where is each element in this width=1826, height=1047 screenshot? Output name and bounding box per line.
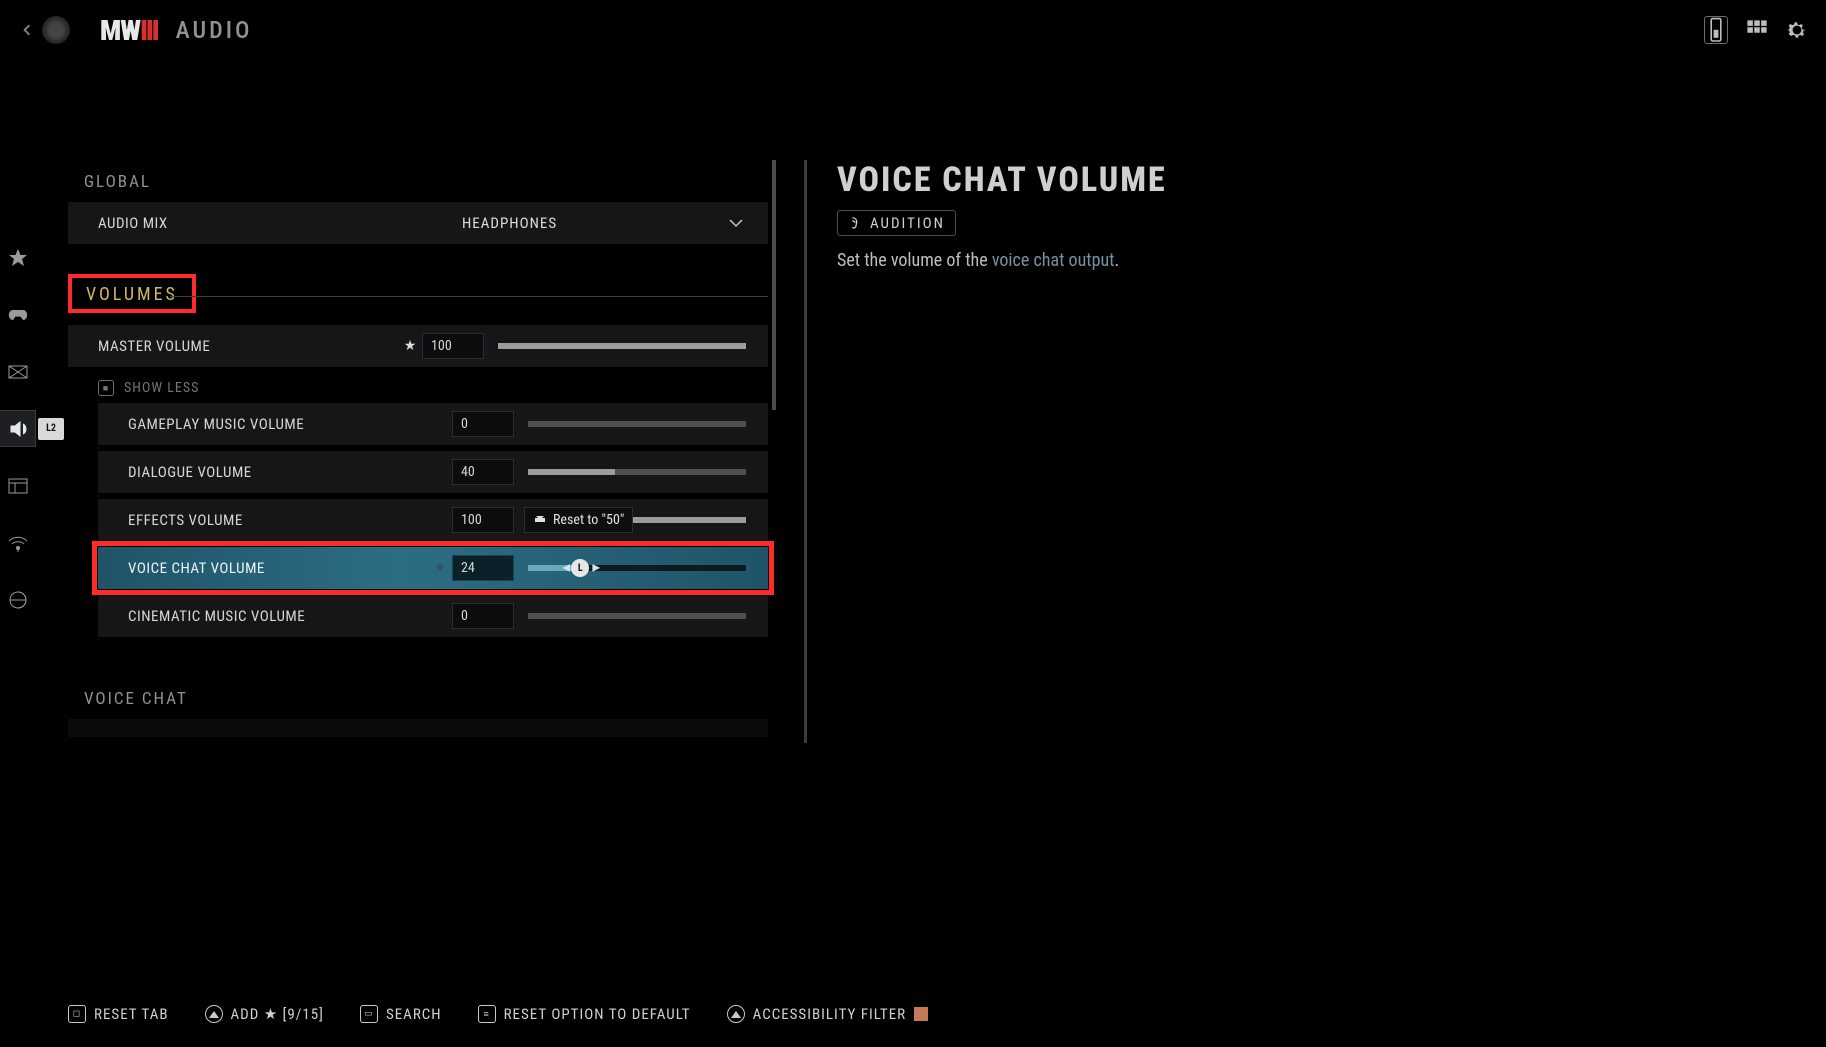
nav-account[interactable] [0, 582, 35, 617]
footer-accessibility-filter[interactable]: ACCESSIBILITY FILTER [727, 1005, 929, 1023]
triangle-button-icon [727, 1005, 745, 1023]
nav-graphics[interactable] [0, 354, 35, 389]
cod-eye-icon [42, 16, 70, 44]
reset-icon [533, 514, 547, 526]
slider[interactable] [528, 469, 746, 475]
section-header-voice-chat: VOICE CHAT [68, 677, 768, 719]
value-box[interactable]: 24 [452, 555, 514, 581]
row-cinematic-music[interactable]: CINEMATIC MUSIC VOLUME 0 [98, 595, 768, 637]
label: VOICE CHAT VOLUME [128, 559, 428, 577]
dropdown-audio-mix[interactable]: HEADPHONES [462, 214, 750, 232]
footer-reset-default[interactable]: ≡RESET OPTION TO DEFAULT [478, 1005, 691, 1023]
dropdown-value: HEADPHONES [462, 214, 557, 232]
back-button[interactable] [18, 21, 36, 39]
options-button-icon: ≡ [478, 1005, 496, 1023]
slider-knob[interactable]: L [571, 559, 589, 577]
row-audio-mix[interactable]: AUDIO MIX HEADPHONES [68, 202, 768, 244]
game-logo: MWIII [100, 14, 158, 47]
row-master-volume[interactable]: MASTER VOLUME ★ 100 [68, 325, 768, 367]
ear-icon [848, 216, 862, 230]
section-header-volumes-highlight: VOLUMES [68, 274, 196, 313]
value-box[interactable]: 0 [452, 603, 514, 629]
apps-grid-icon[interactable] [1746, 19, 1768, 41]
label: GAMEPLAY MUSIC VOLUME [128, 415, 428, 433]
favorite-star-icon[interactable]: ★ [398, 338, 422, 354]
square-button-icon: ■ [98, 380, 114, 396]
value-box[interactable]: 0 [452, 411, 514, 437]
footer-reset-tab[interactable]: ◻RESET TAB [68, 1005, 169, 1023]
info-description: Set the volume of the voice chat output. [837, 250, 1484, 271]
info-title: VOICE CHAT VOLUME [837, 160, 1484, 200]
battery-icon[interactable] [1704, 16, 1728, 44]
label: MASTER VOLUME [98, 337, 398, 355]
label: CINEMATIC MUSIC VOLUME [128, 607, 428, 625]
reset-tooltip: Reset to "50" [524, 507, 633, 533]
slider[interactable]: Reset to "50" [528, 517, 746, 523]
footer-hints: ◻RESET TAB ADD ★ [9/15] ▭SEARCH ≡RESET O… [68, 1005, 1766, 1023]
label: EFFECTS VOLUME [128, 511, 428, 529]
top-bar: MWIII AUDIO [0, 0, 1826, 60]
audition-button[interactable]: AUDITION [837, 210, 956, 236]
value-box[interactable]: 100 [422, 333, 484, 359]
scrollbar[interactable] [772, 160, 776, 410]
slider-master-volume[interactable] [498, 343, 746, 349]
nav-quick-settings[interactable] [0, 240, 35, 275]
row-dialogue-volume[interactable]: DIALOGUE VOLUME 40 [98, 451, 768, 493]
section-header-global: GLOBAL [68, 160, 768, 202]
slider[interactable] [528, 421, 746, 427]
slider-arrow-right-icon: ▶ [592, 563, 600, 574]
label: DIALOGUE VOLUME [128, 463, 428, 481]
value-box[interactable]: 40 [452, 459, 514, 485]
row-voice-chat-placeholder[interactable] [68, 719, 768, 737]
triangle-button-icon [205, 1005, 223, 1023]
touchpad-icon: ▭ [360, 1005, 378, 1023]
gear-icon[interactable] [1786, 19, 1808, 41]
show-less-label: SHOW LESS [124, 380, 199, 396]
nav-audio[interactable]: L2 [0, 411, 35, 446]
section-header-volumes: VOLUMES [86, 284, 178, 305]
slider[interactable] [528, 613, 746, 619]
info-panel: VOICE CHAT VOLUME AUDITION Set the volum… [804, 160, 1484, 743]
row-gameplay-music[interactable]: GAMEPLAY MUSIC VOLUME 0 [98, 403, 768, 445]
page-title: AUDIO [176, 16, 253, 44]
show-less-toggle[interactable]: ■ SHOW LESS [98, 373, 768, 403]
value-box[interactable]: 100 [452, 507, 514, 533]
settings-list: GLOBAL AUDIO MIX HEADPHONES VOLUMES MAST… [68, 160, 768, 743]
settings-category-nav: L2 [0, 240, 35, 617]
nav-interface[interactable] [0, 468, 35, 503]
nav-controller[interactable] [0, 297, 35, 332]
slider-arrow-left-icon: ◀ [562, 563, 570, 574]
label-audio-mix: AUDIO MIX [98, 214, 398, 232]
row-voice-chat-volume[interactable]: VOICE CHAT VOLUME ★ 24 ◀ L ▶ [98, 547, 768, 589]
footer-search[interactable]: ▭SEARCH [360, 1005, 442, 1023]
slider-voice-chat[interactable]: ◀ L ▶ [528, 565, 746, 571]
accessibility-indicator [914, 1007, 928, 1021]
footer-add-favorite[interactable]: ADD ★ [9/15] [205, 1005, 324, 1023]
nav-network[interactable] [0, 525, 35, 560]
favorite-star-icon[interactable]: ★ [428, 560, 452, 576]
square-button-icon: ◻ [68, 1005, 86, 1023]
info-link: voice chat output [992, 250, 1115, 271]
nav-shortcut-badge: L2 [38, 418, 64, 440]
chevron-down-icon [728, 214, 744, 232]
row-effects-volume[interactable]: EFFECTS VOLUME 100 Reset to "50" [98, 499, 768, 541]
section-divider [170, 296, 768, 297]
